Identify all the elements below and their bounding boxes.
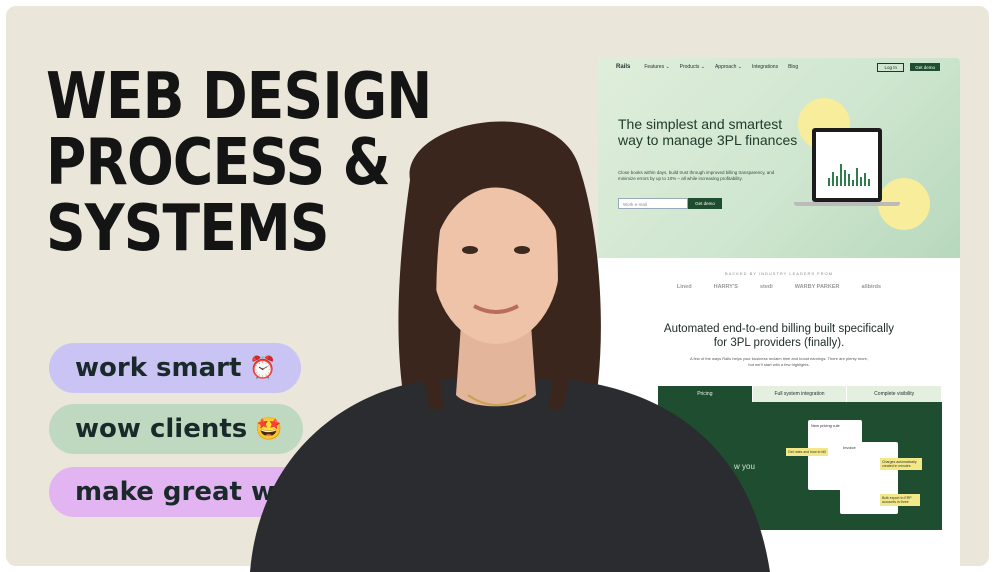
laptop-base — [794, 202, 900, 206]
nav-item-approach[interactable]: Approach ⌄ — [715, 64, 742, 70]
tab-complete-visibility[interactable]: Complete visibility — [847, 386, 943, 402]
get-demo-button[interactable]: Get demo — [910, 63, 940, 71]
nav-item-features[interactable]: Features ⌄ — [644, 64, 669, 70]
dashboard-bar-chart — [826, 160, 872, 186]
laptop-screen — [816, 132, 878, 198]
partner-logo: WARBY PARKER — [794, 284, 840, 290]
eye — [462, 246, 478, 254]
nav-item-blog[interactable]: Blog — [788, 64, 798, 70]
card-title: New pricing rule — [811, 423, 840, 428]
shirt — [250, 380, 770, 572]
sticky-note: Bulk export to ERP accounts in three — [880, 494, 920, 506]
sticky-note: Get rates and how to bill — [786, 448, 828, 456]
eye — [514, 246, 530, 254]
pill-label: wow clients — [75, 414, 248, 444]
partner-logo: allbirds — [861, 284, 882, 290]
login-button[interactable]: Log In — [877, 63, 904, 72]
site-nav: Rails Features ⌄ Products ⌄ Approach ⌄ I… — [598, 58, 960, 76]
site-logo[interactable]: Rails — [616, 64, 630, 70]
nav-item-integrations[interactable]: Integrations — [752, 64, 778, 70]
card-title: Invoice — [843, 445, 856, 450]
sticky-note: Charges automatically created in minutes — [880, 458, 922, 470]
pill-label: work smart — [75, 353, 242, 383]
laptop-image — [812, 128, 882, 202]
presenter-photo — [250, 121, 770, 572]
nav-item-products[interactable]: Products ⌄ — [680, 64, 705, 70]
